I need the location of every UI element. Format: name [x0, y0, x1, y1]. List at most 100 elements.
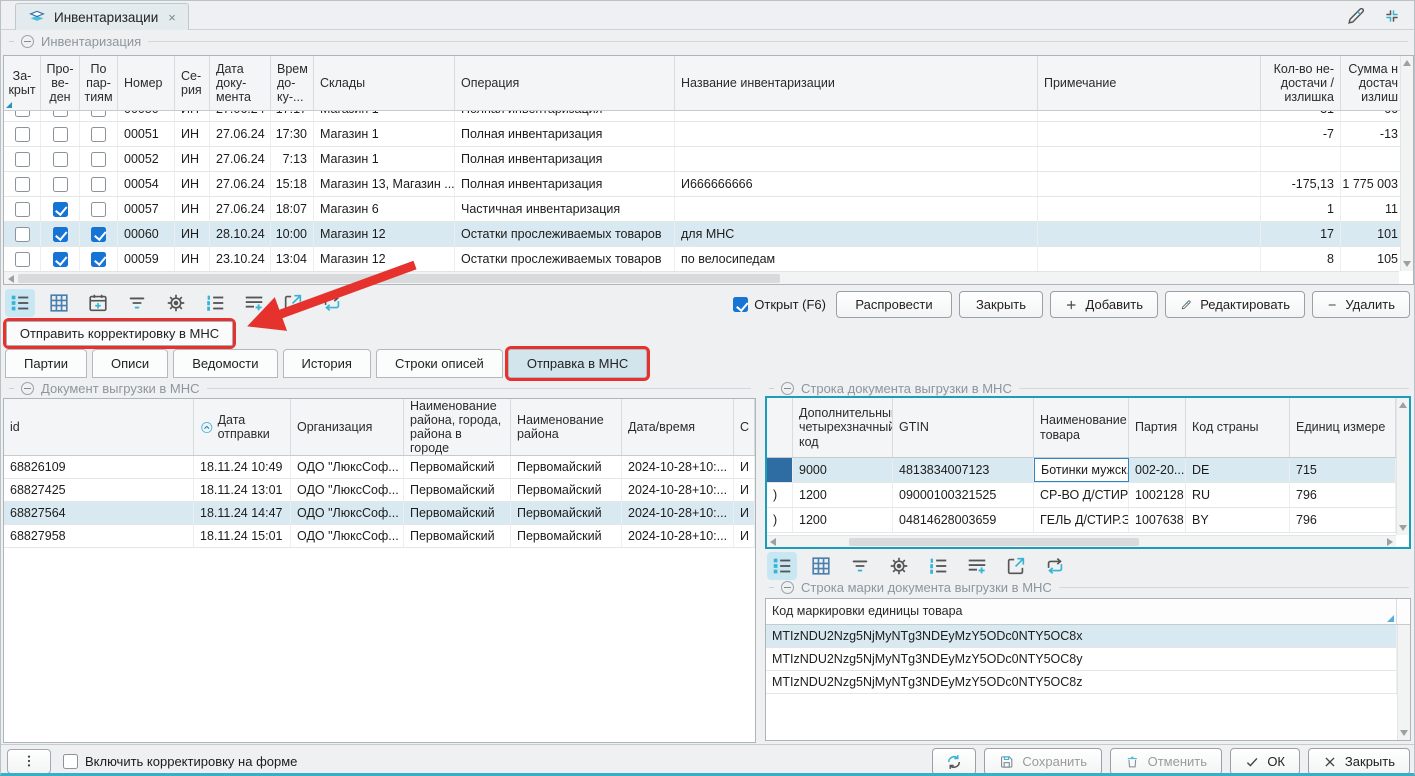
settings-gear-icon[interactable]	[884, 552, 914, 580]
table-cell[interactable]: 1200	[793, 508, 893, 532]
table-cell[interactable]	[41, 197, 80, 221]
table-cell[interactable]: 09000100321525	[893, 483, 1034, 507]
table-cell[interactable]: 18.11.24 15:01	[194, 525, 291, 547]
table-cell[interactable]: Первомайский	[404, 479, 511, 501]
column-header[interactable]: Се- рия	[175, 56, 210, 110]
checkbox-checked[interactable]	[733, 297, 748, 312]
table-cell[interactable]: BY	[1186, 508, 1290, 532]
column-header[interactable]: Дополнительный четырехзначный код	[793, 398, 893, 457]
table-row[interactable]: 00057ИН27.06.2418:07Магазин 6Частичная и…	[4, 197, 1413, 222]
table-cell[interactable]	[41, 172, 80, 196]
table-cell[interactable]: 68827425	[4, 479, 194, 501]
checkbox-unchecked[interactable]	[91, 177, 106, 192]
table-cell[interactable]: Полная инвентаризация	[455, 122, 675, 146]
table-cell[interactable]: ИН	[175, 122, 210, 146]
add-button[interactable]: Добавить	[1050, 291, 1158, 318]
delete-button[interactable]: Удалить	[1312, 291, 1410, 318]
table-cell[interactable]	[41, 147, 80, 171]
table-cell[interactable]: -31	[1261, 111, 1341, 121]
table-row[interactable]: 6882742518.11.24 13:01ОДО "ЛюксСоф...Пер…	[4, 479, 755, 502]
table-cell[interactable]: 8	[1261, 247, 1341, 271]
table-cell[interactable]: MTIzNDU2Nzg5NjMyNTg3NDEyMzY5ODc0NTY5OC8x	[766, 625, 1397, 647]
table-cell[interactable]: 2024-10-28+10:...	[622, 525, 734, 547]
column-header[interactable]: С	[734, 399, 755, 455]
list-view-icon[interactable]	[5, 289, 35, 317]
table-cell[interactable]	[4, 122, 41, 146]
table-cell[interactable]: 00059	[118, 247, 175, 271]
tab-istoriya[interactable]: История	[283, 349, 371, 378]
table-cell[interactable]: 00057	[118, 197, 175, 221]
table-cell[interactable]: RU	[1186, 483, 1290, 507]
column-header[interactable]: Партия	[1129, 398, 1186, 457]
table-cell[interactable]: 17	[1261, 222, 1341, 246]
table-grid-icon[interactable]	[806, 552, 836, 580]
table-cell[interactable]	[80, 197, 118, 221]
unpost-button[interactable]: Распровести	[836, 291, 952, 318]
table-cell[interactable]: 1007638	[1129, 508, 1186, 532]
table-cell[interactable]	[1038, 111, 1261, 121]
table-cell[interactable]: -13	[1341, 122, 1405, 146]
table-cell[interactable]	[41, 111, 80, 121]
table-row[interactable]: )120009000100321525СР-ВО Д/СТИРК...10021…	[767, 483, 1409, 508]
checkbox-checked[interactable]	[91, 227, 106, 242]
checkbox-unchecked[interactable]	[53, 177, 68, 192]
horizontal-scrollbar[interactable]	[767, 535, 1396, 547]
table-cell[interactable]: Частичная инвентаризация	[455, 197, 675, 221]
numbered-list-icon[interactable]	[200, 289, 230, 317]
table-cell[interactable]: -7	[1261, 122, 1341, 146]
table-row[interactable]: 6882756418.11.24 14:47ОДО "ЛюксСоф...Пер…	[4, 502, 755, 525]
table-cell[interactable]	[80, 111, 118, 121]
table-cell[interactable]: 00060	[118, 222, 175, 246]
table-cell[interactable]: 002-20...	[1129, 458, 1186, 482]
tab-vedomosti[interactable]: Ведомости	[173, 349, 277, 378]
table-cell[interactable]	[80, 222, 118, 246]
table-cell[interactable]: 17:30	[271, 122, 314, 146]
table-cell[interactable]: 27.06.24	[210, 147, 271, 171]
table-cell[interactable]: Первомайский	[404, 456, 511, 478]
table-cell[interactable]	[80, 122, 118, 146]
table-cell[interactable]: Первомайский	[511, 456, 622, 478]
table-cell[interactable]: -66	[1341, 111, 1405, 121]
column-header[interactable]: Организация	[291, 399, 404, 455]
table-cell[interactable]: ИН	[175, 172, 210, 196]
tab-partii[interactable]: Партии	[5, 349, 87, 378]
tab-inventarizacii[interactable]: Инвентаризации ×	[15, 3, 189, 30]
checkbox-unchecked[interactable]	[91, 152, 106, 167]
table-cell[interactable]: DE	[1186, 458, 1290, 482]
column-header[interactable]: Операция	[455, 56, 675, 110]
table-cell[interactable]: 00050	[118, 111, 175, 121]
table-cell[interactable]	[80, 247, 118, 271]
table-cell[interactable]	[675, 122, 1038, 146]
table-cell[interactable]: 15:18	[271, 172, 314, 196]
table-cell[interactable]: 00052	[118, 147, 175, 171]
table-cell[interactable]: Полная инвентаризация	[455, 147, 675, 171]
table-cell[interactable]	[767, 458, 793, 482]
table-cell[interactable]: И	[734, 456, 755, 478]
calendar-add-icon[interactable]	[83, 289, 113, 317]
table-cell[interactable]: )	[767, 508, 793, 532]
table-cell[interactable]: Первомайский	[511, 479, 622, 501]
table-cell[interactable]	[675, 111, 1038, 121]
table-cell[interactable]	[80, 147, 118, 171]
numbered-list-icon[interactable]	[923, 552, 953, 580]
column-header[interactable]	[767, 398, 793, 457]
table-cell[interactable]: 1002128	[1129, 483, 1186, 507]
table-cell[interactable]: 00054	[118, 172, 175, 196]
table-cell[interactable]: 2024-10-28+10:...	[622, 479, 734, 501]
list-view-icon[interactable]	[767, 552, 797, 580]
table-cell[interactable]: 68826109	[4, 456, 194, 478]
column-header[interactable]: Врем до- ку-...	[271, 56, 314, 110]
table-cell[interactable]	[41, 122, 80, 146]
cancel-button[interactable]: Отменить	[1110, 748, 1222, 775]
table-grid-icon[interactable]	[44, 289, 74, 317]
table-cell[interactable]: по велосипедам	[675, 247, 1038, 271]
table-cell[interactable]: -175,13	[1261, 172, 1341, 196]
table-row[interactable]: 6882610918.11.24 10:49ОДО "ЛюксСоф...Пер…	[4, 456, 755, 479]
table-cell[interactable]: Магазин 1	[314, 111, 455, 121]
edit-pencil-icon[interactable]	[1344, 4, 1368, 28]
checkbox-unchecked[interactable]	[15, 252, 30, 267]
filter-icon[interactable]	[845, 552, 875, 580]
table-cell[interactable]: 68827958	[4, 525, 194, 547]
tab-close-icon[interactable]: ×	[166, 10, 176, 25]
table-cell[interactable]: 796	[1290, 483, 1396, 507]
